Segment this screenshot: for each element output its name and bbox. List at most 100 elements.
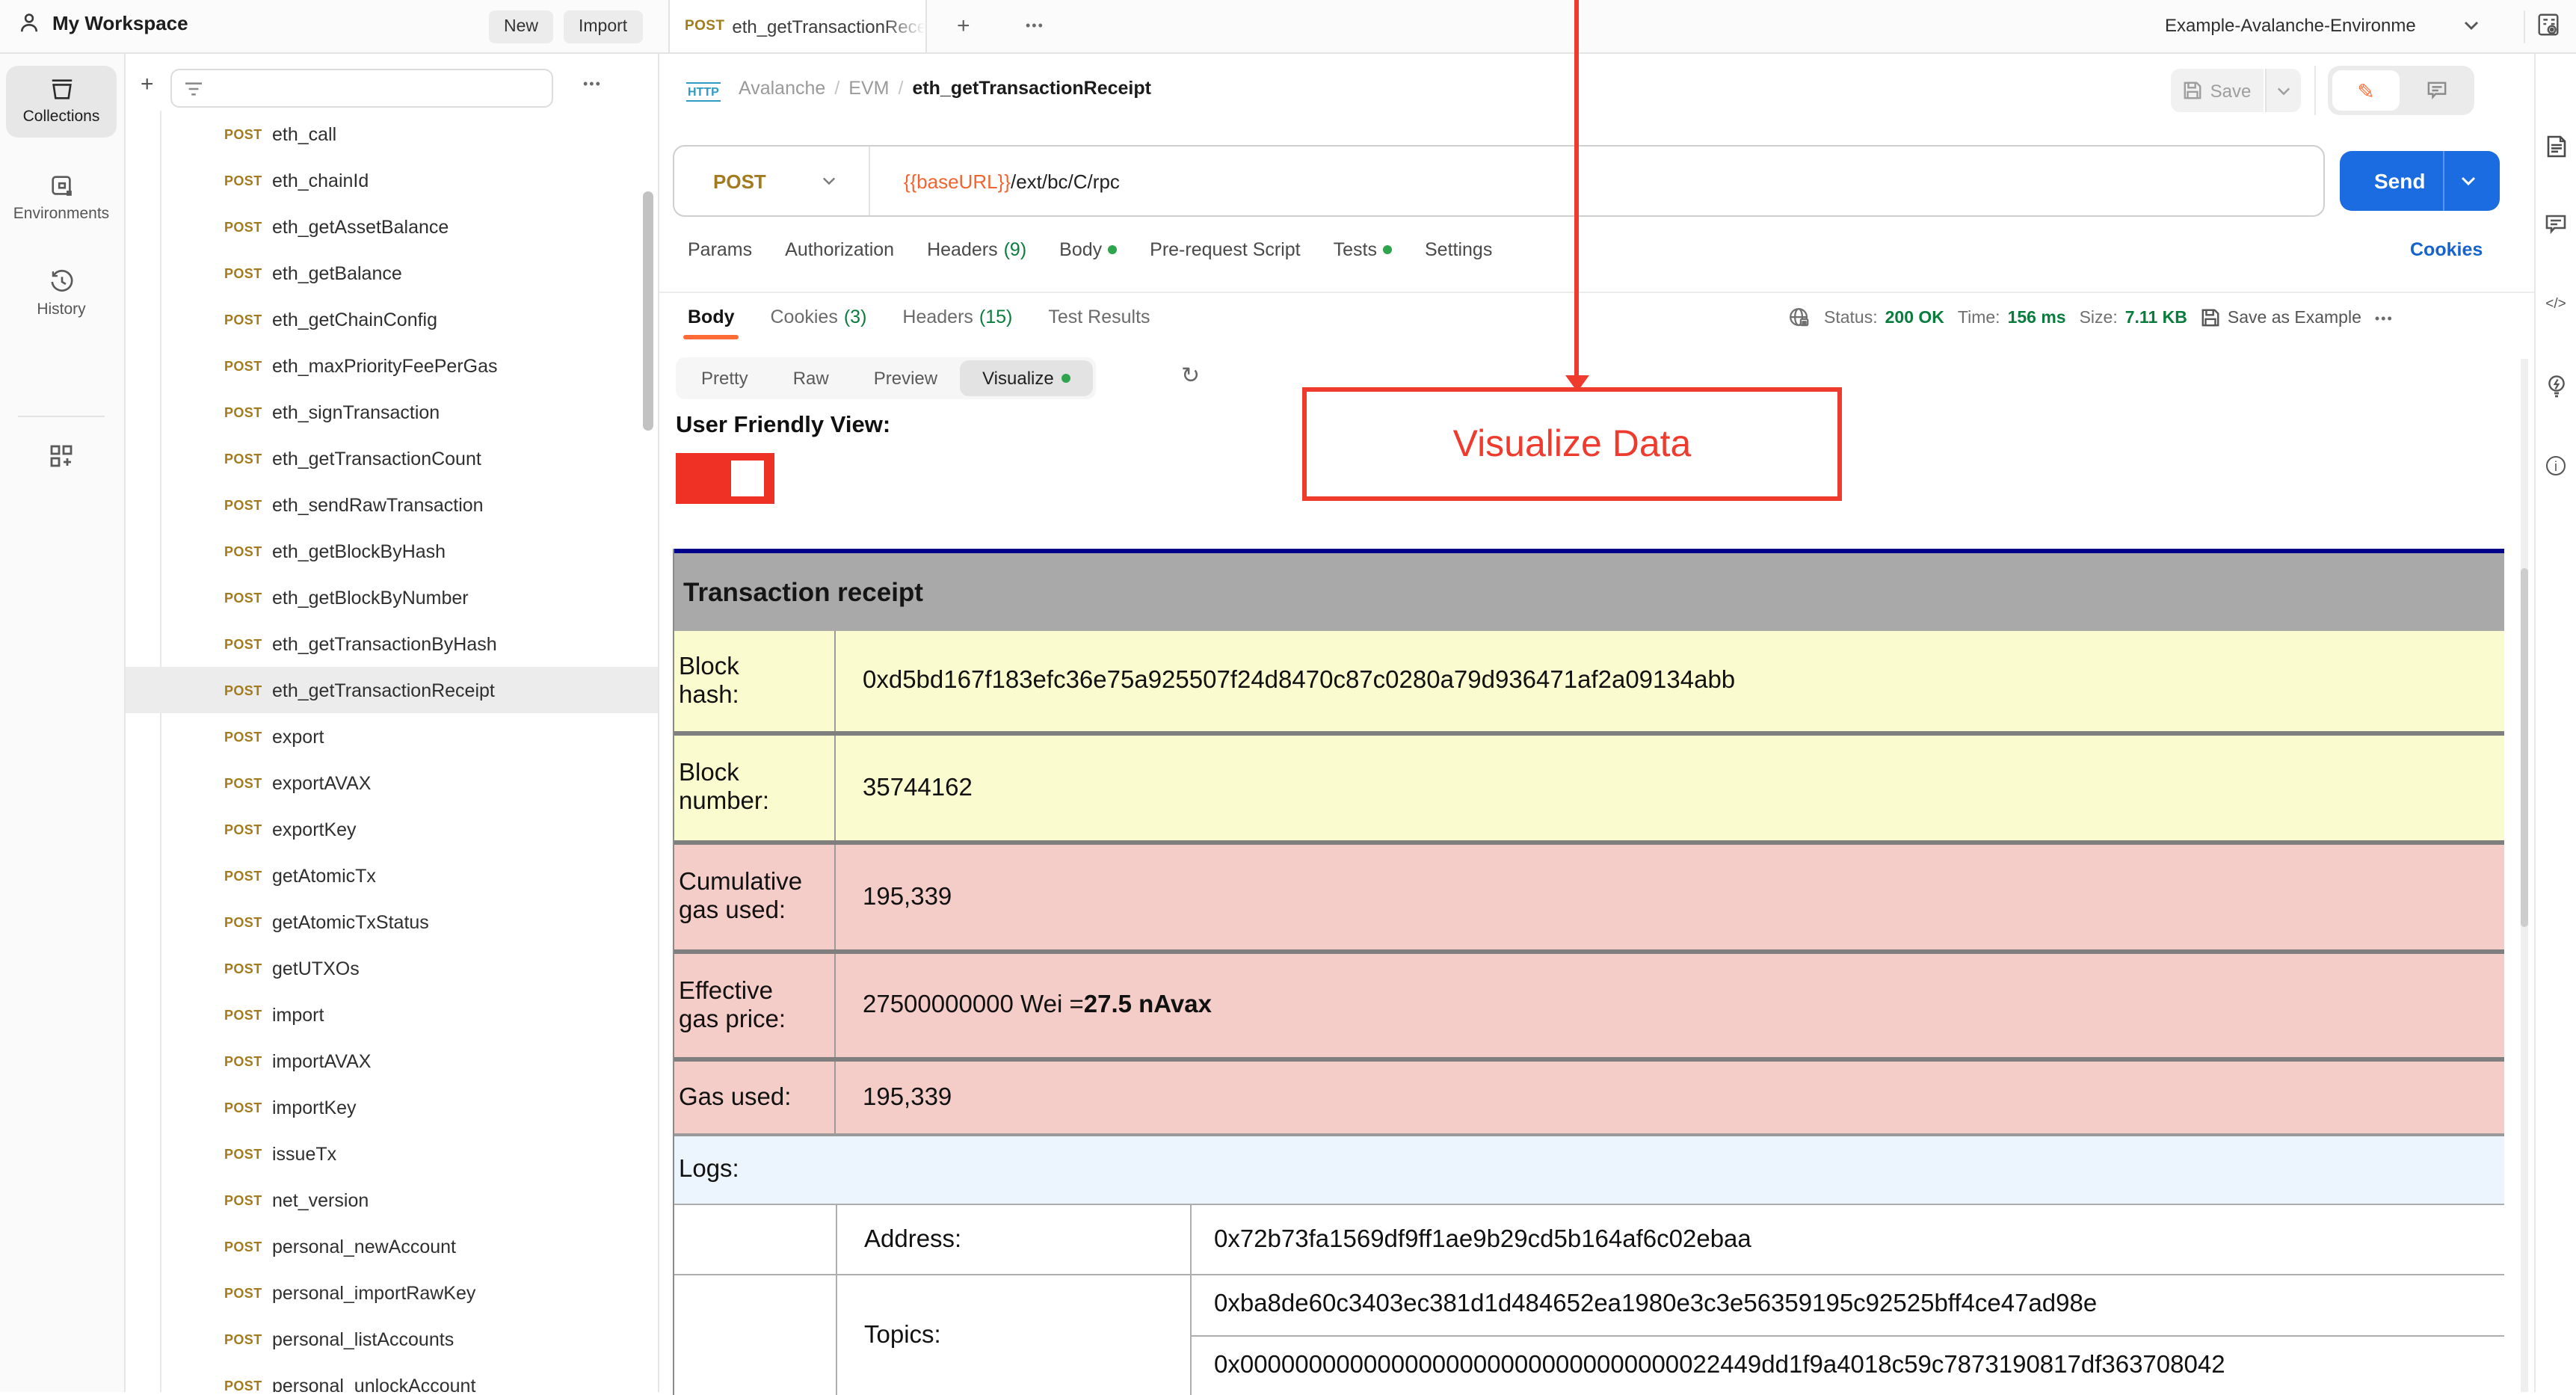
response-view-tab[interactable]: Preview: [851, 360, 960, 396]
sidebar-scrollbar[interactable]: [643, 191, 653, 431]
response-tab-label: Body: [688, 307, 735, 327]
new-button[interactable]: New: [489, 10, 554, 43]
time-label: Time:: [1957, 309, 2000, 327]
request-list-item[interactable]: POST importKey: [126, 1084, 658, 1130]
request-list-item[interactable]: POST eth_getBlockByHash: [126, 528, 658, 574]
save-button[interactable]: Save: [2171, 69, 2264, 112]
sidebar-item-collections[interactable]: Collections: [6, 66, 117, 138]
method-badge: POST: [224, 683, 262, 698]
request-tab[interactable]: POST eth_getTransactionRece: [668, 0, 927, 52]
breadcrumb-collection[interactable]: Avalanche: [739, 78, 825, 99]
edit-mode-button[interactable]: ✎: [2332, 70, 2400, 111]
request-list-item[interactable]: POST eth_maxPriorityFeePerGas: [126, 342, 658, 389]
request-tab-item[interactable]: Authorization: [785, 239, 894, 260]
sidebar-item-environments[interactable]: Environments: [6, 161, 117, 235]
size-value[interactable]: 7.11 KB: [2125, 309, 2187, 327]
request-list-item[interactable]: POST net_version: [126, 1177, 658, 1223]
request-tab-item[interactable]: Settings: [1425, 239, 1492, 260]
request-list-item[interactable]: POST getAtomicTx: [126, 852, 658, 899]
response-view-tab[interactable]: Pretty: [679, 360, 771, 396]
sidebar-options-icon[interactable]: •••: [583, 76, 602, 91]
response-tab-item[interactable]: Test Results: [1048, 307, 1150, 339]
request-list-item[interactable]: POST eth_signTransaction: [126, 389, 658, 435]
sidebar-filter-input[interactable]: [170, 69, 553, 108]
request-list-item[interactable]: POST eth_getBalance: [126, 250, 658, 296]
refresh-icon[interactable]: ↻: [1181, 362, 1200, 389]
request-name: net_version: [272, 1189, 369, 1210]
workspace-switcher[interactable]: My Workspace: [18, 12, 188, 34]
request-list-item[interactable]: POST getUTXOs: [126, 945, 658, 991]
response-tab-item[interactable]: Cookies (3): [771, 307, 867, 339]
network-info-icon[interactable]: [1788, 307, 1811, 329]
friendly-view-toggle[interactable]: [676, 453, 774, 504]
request-list-item[interactable]: POST getAtomicTxStatus: [126, 899, 658, 945]
method-badge: POST: [224, 358, 262, 373]
new-tab-button[interactable]: +: [957, 13, 970, 39]
request-tab-item[interactable]: Headers (9): [927, 239, 1026, 260]
save-as-example-button[interactable]: Save as Example: [2201, 308, 2361, 327]
import-button[interactable]: Import: [564, 10, 643, 43]
request-name: eth_getChainConfig: [272, 309, 437, 330]
save-options-button[interactable]: [2265, 69, 2301, 112]
environment-selector[interactable]: Example-Avalanche-Environme: [2165, 15, 2416, 36]
related-requests-icon[interactable]: [2543, 374, 2569, 398]
request-list-item[interactable]: POST eth_call: [126, 111, 658, 157]
response-tab-item[interactable]: Headers (15): [902, 307, 1012, 339]
status-value[interactable]: 200 OK: [1885, 309, 1944, 327]
response-tab-item[interactable]: Body: [682, 307, 740, 339]
request-list-item[interactable]: POST eth_getTransactionReceipt: [126, 667, 658, 713]
chevron-down-icon[interactable]: [2464, 21, 2479, 30]
response-scrollbar-thumb[interactable]: [2521, 568, 2528, 927]
request-list-item[interactable]: POST importAVAX: [126, 1038, 658, 1084]
url-input[interactable]: {{baseURL}}/ext/bc/C/rpc: [904, 170, 1120, 192]
request-list-item[interactable]: POST personal_listAccounts: [126, 1316, 658, 1362]
configure-sidebar-button[interactable]: [6, 431, 117, 481]
request-list-item[interactable]: POST export: [126, 713, 658, 760]
breadcrumb-folder[interactable]: EVM: [848, 78, 889, 99]
postman-app: My Workspace New Import POST eth_getTran…: [0, 0, 2576, 1395]
size-label: Size:: [2079, 309, 2118, 327]
method-selector[interactable]: POST: [713, 170, 766, 192]
request-tab-item[interactable]: Params: [688, 239, 752, 260]
request-list-item[interactable]: POST eth_chainId: [126, 157, 658, 203]
request-list-item[interactable]: POST eth_getAssetBalance: [126, 203, 658, 250]
request-tab-item[interactable]: Pre-request Script: [1150, 239, 1300, 260]
request-list-item[interactable]: POST eth_getChainConfig: [126, 296, 658, 342]
request-list-item[interactable]: POST import: [126, 991, 658, 1038]
request-tab-item[interactable]: Body: [1059, 239, 1118, 260]
method-badge: POST: [224, 265, 262, 280]
cookies-link[interactable]: Cookies: [2410, 239, 2483, 260]
request-list-item[interactable]: POST issueTx: [126, 1130, 658, 1177]
response-view-tab[interactable]: Visualize: [960, 360, 1093, 396]
documentation-icon[interactable]: [2543, 135, 2569, 158]
response-options-icon[interactable]: •••: [2375, 310, 2394, 325]
request-list-item[interactable]: POST exportAVAX: [126, 760, 658, 806]
response-view-tab[interactable]: Raw: [771, 360, 851, 396]
breadcrumb: Avalanche / EVM / eth_getTransactionRece…: [739, 78, 1151, 99]
request-list-item[interactable]: POST exportKey: [126, 806, 658, 852]
editor-mode-switcher: ✎: [2328, 66, 2474, 115]
info-icon[interactable]: i: [2543, 456, 2569, 475]
environment-quick-look-icon[interactable]: [2536, 12, 2561, 37]
request-list-item[interactable]: POST personal_newAccount: [126, 1223, 658, 1269]
sidebar-item-history[interactable]: History: [6, 257, 117, 330]
send-button[interactable]: Send: [2340, 151, 2500, 211]
comments-icon[interactable]: [2543, 214, 2569, 235]
request-list-item[interactable]: POST eth_getTransactionCount: [126, 435, 658, 481]
chevron-down-icon[interactable]: [823, 176, 836, 185]
tab-options-icon[interactable]: •••: [1026, 18, 1044, 33]
comment-mode-button[interactable]: [2403, 70, 2470, 111]
request-name: getAtomicTx: [272, 865, 376, 886]
add-collection-button[interactable]: +: [141, 73, 154, 96]
request-tab-item[interactable]: Tests: [1334, 239, 1392, 260]
request-list-item[interactable]: POST personal_importRawKey: [126, 1269, 658, 1316]
send-options-chevron-icon[interactable]: [2461, 176, 2476, 185]
request-list-item[interactable]: POST eth_sendRawTransaction: [126, 481, 658, 528]
method-badge: POST: [224, 126, 262, 141]
request-list-item[interactable]: POST eth_getBlockByNumber: [126, 574, 658, 620]
request-list-item[interactable]: POST personal_unlockAccount: [126, 1362, 658, 1392]
code-snippet-icon[interactable]: </>: [2543, 296, 2569, 312]
request-list-item[interactable]: POST eth_getTransactionByHash: [126, 620, 658, 667]
breadcrumb-separator: /: [898, 78, 904, 99]
time-value[interactable]: 156 ms: [2008, 309, 2066, 327]
